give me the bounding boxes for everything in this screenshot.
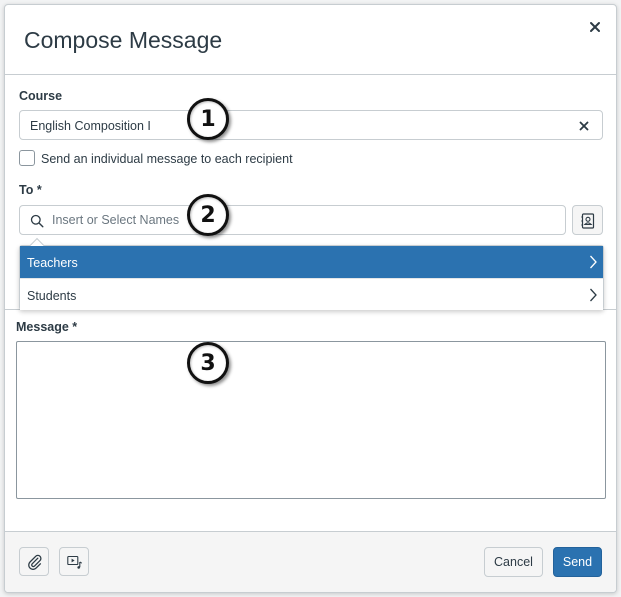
recipient-dropdown: Teachers Students bbox=[19, 237, 604, 310]
chevron-right-icon bbox=[590, 255, 597, 269]
to-label: To * bbox=[19, 183, 42, 197]
compose-message-dialog: Compose Message Course English Compositi… bbox=[4, 4, 617, 593]
close-icon[interactable] bbox=[588, 20, 602, 34]
message-label: Message * bbox=[16, 320, 78, 334]
recipient-search-input[interactable] bbox=[52, 207, 552, 233]
send-button[interactable]: Send bbox=[553, 547, 602, 577]
individual-message-label: Send an individual message to each recip… bbox=[41, 152, 293, 166]
to-field[interactable] bbox=[19, 205, 566, 235]
cancel-button[interactable]: Cancel bbox=[484, 547, 543, 577]
callout-1: 1 bbox=[187, 98, 229, 140]
clear-icon[interactable] bbox=[579, 121, 589, 131]
media-button[interactable] bbox=[59, 547, 89, 576]
dialog-footer: Cancel Send bbox=[5, 531, 616, 592]
address-book-icon bbox=[581, 213, 595, 229]
course-label: Course bbox=[19, 89, 63, 103]
individual-message-checkbox[interactable] bbox=[19, 150, 35, 166]
media-icon bbox=[67, 555, 83, 569]
attachment-button[interactable] bbox=[19, 547, 49, 576]
dropdown-item-students[interactable]: Students bbox=[20, 278, 603, 310]
search-icon bbox=[30, 214, 44, 228]
course-value: English Composition I bbox=[30, 119, 151, 133]
dropdown-item-label: Teachers bbox=[27, 256, 78, 270]
course-select[interactable]: English Composition I bbox=[19, 110, 603, 140]
paperclip-icon bbox=[28, 554, 42, 570]
dialog-title: Compose Message bbox=[24, 27, 223, 53]
callout-2: 2 bbox=[187, 194, 229, 236]
message-textarea[interactable] bbox=[16, 341, 606, 499]
chevron-right-icon bbox=[590, 288, 597, 302]
dialog-header: Compose Message bbox=[5, 5, 616, 75]
address-book-button[interactable] bbox=[572, 205, 603, 235]
dropdown-item-label: Students bbox=[27, 289, 77, 303]
callout-3: 3 bbox=[187, 342, 229, 384]
dropdown-item-teachers[interactable]: Teachers bbox=[20, 246, 603, 278]
